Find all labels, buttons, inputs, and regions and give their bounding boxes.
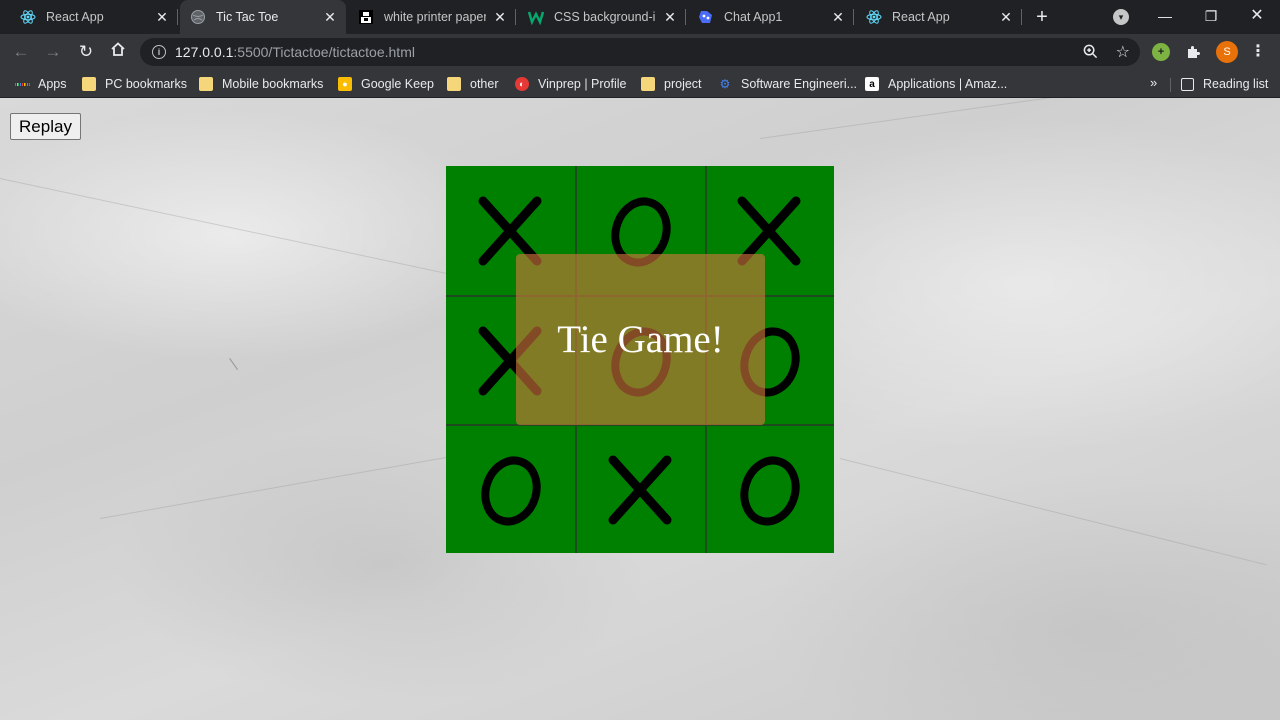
paper-crease bbox=[839, 458, 1267, 566]
unsplash-icon bbox=[358, 9, 374, 25]
vinprep-icon: ◐ bbox=[515, 77, 529, 91]
window-close-button[interactable]: ✕ bbox=[1242, 4, 1272, 28]
extensions-puzzle-icon[interactable] bbox=[1184, 43, 1202, 61]
chat-icon bbox=[698, 9, 714, 25]
url-text[interactable]: 127.0.0.1:5500/Tictactoe/tictactoe.html bbox=[175, 44, 415, 60]
close-icon[interactable]: ✕ bbox=[998, 9, 1014, 25]
tab-title: Tic Tac Toe bbox=[216, 10, 279, 24]
bookmark-google-keep[interactable]: ● Google Keep bbox=[338, 75, 434, 93]
close-icon[interactable]: ✕ bbox=[830, 9, 846, 25]
bookmark-label: Google Keep bbox=[361, 77, 434, 91]
o-mark-icon bbox=[481, 456, 541, 525]
paper-crease bbox=[760, 98, 1276, 139]
address-bar[interactable]: i 127.0.0.1:5500/Tictactoe/tictactoe.htm… bbox=[140, 38, 1140, 66]
divider bbox=[1170, 78, 1171, 92]
more-menu-icon[interactable]: ⋮ bbox=[1250, 40, 1266, 64]
bookmark-label: PC bookmarks bbox=[105, 77, 187, 91]
tab-strip: React App ✕ Tic Tac Toe ✕ white printer … bbox=[0, 0, 1280, 34]
bookmark-other[interactable]: other bbox=[447, 75, 499, 93]
folder-icon bbox=[82, 77, 96, 91]
board-cell[interactable] bbox=[446, 424, 576, 553]
tab-css-background[interactable]: CSS background-im ✕ bbox=[516, 0, 686, 34]
tab-title: white printer paper bbox=[384, 10, 486, 24]
zoom-icon[interactable] bbox=[1083, 44, 1098, 62]
tab-search-icon[interactable]: ▾ bbox=[1113, 9, 1129, 25]
folder-icon bbox=[199, 77, 213, 91]
folder-icon bbox=[447, 77, 461, 91]
globe-icon bbox=[190, 9, 206, 25]
apps-grid-icon bbox=[15, 77, 29, 91]
result-message: Tie Game! bbox=[557, 318, 724, 361]
keep-icon: ● bbox=[338, 77, 352, 91]
bookmark-apps[interactable]: Apps bbox=[15, 75, 67, 93]
amazon-icon: a bbox=[865, 77, 879, 91]
home-button[interactable] bbox=[106, 40, 130, 64]
o-mark-icon bbox=[740, 456, 800, 525]
new-tab-button[interactable]: + bbox=[1032, 7, 1052, 27]
url-host: 127.0.0.1 bbox=[175, 44, 234, 60]
bookmark-label: Vinprep | Profile bbox=[538, 77, 627, 91]
bookmark-vinprep[interactable]: ◐ Vinprep | Profile bbox=[515, 75, 626, 93]
react-icon bbox=[20, 9, 36, 25]
home-icon bbox=[111, 42, 125, 56]
tab-react-app-1[interactable]: React App ✕ bbox=[0, 0, 178, 34]
avatar[interactable]: S bbox=[1216, 41, 1238, 63]
bookmark-label: project bbox=[664, 77, 702, 91]
board-cell[interactable] bbox=[575, 424, 705, 553]
result-overlay: Tie Game! bbox=[516, 254, 765, 425]
reading-list-button[interactable]: Reading list bbox=[1181, 75, 1268, 93]
reading-list-label: Reading list bbox=[1203, 77, 1269, 91]
board-cell[interactable] bbox=[704, 424, 834, 553]
tab-react-app-2[interactable]: React App ✕ bbox=[854, 0, 1022, 34]
bookmark-pc-bookmarks[interactable]: PC bookmarks bbox=[82, 75, 187, 93]
forward-button[interactable]: → bbox=[41, 40, 65, 64]
extension-plus-icon[interactable]: + bbox=[1152, 43, 1170, 61]
tab-title: Chat App1 bbox=[724, 10, 783, 24]
info-icon[interactable]: i bbox=[152, 45, 166, 59]
close-icon[interactable]: ✕ bbox=[662, 9, 678, 25]
bookmark-software-engineering[interactable]: ⚙ Software Engineeri... bbox=[718, 75, 857, 93]
bookmark-label: Apps bbox=[38, 77, 67, 91]
close-icon[interactable]: ✕ bbox=[154, 9, 170, 25]
restore-button[interactable]: ❐ bbox=[1196, 4, 1226, 28]
engineering-icon: ⚙ bbox=[719, 77, 731, 91]
folder-icon bbox=[641, 77, 655, 91]
bookmark-label: other bbox=[470, 77, 499, 91]
tab-white-printer-paper[interactable]: white printer paper ✕ bbox=[346, 0, 516, 34]
bookmarks-overflow-button[interactable]: » bbox=[1150, 75, 1157, 90]
tab-title: CSS background-im bbox=[554, 10, 656, 24]
w3schools-icon bbox=[528, 9, 544, 25]
replay-button[interactable]: Replay bbox=[10, 113, 81, 140]
react-icon bbox=[866, 9, 882, 25]
browser-toolbar: ← → ↻ i 127.0.0.1:5500/Tictactoe/tictact… bbox=[0, 34, 1280, 70]
bookmark-label: Mobile bookmarks bbox=[222, 77, 324, 91]
tab-title: React App bbox=[46, 10, 104, 24]
paper-crease bbox=[229, 358, 239, 371]
bookmark-label: Applications | Amaz... bbox=[888, 77, 1008, 91]
x-mark-icon bbox=[608, 455, 672, 524]
bookmark-amazon[interactable]: a Applications | Amaz... bbox=[865, 75, 1007, 93]
close-icon[interactable]: ✕ bbox=[322, 9, 338, 25]
reading-list-icon bbox=[1181, 77, 1194, 91]
paper-crease bbox=[0, 178, 509, 288]
tab-tic-tac-toe[interactable]: Tic Tac Toe ✕ bbox=[180, 0, 346, 34]
bookmark-star-icon[interactable]: ☆ bbox=[1116, 42, 1130, 62]
tab-chat-app1[interactable]: Chat App1 ✕ bbox=[686, 0, 854, 34]
page-viewport: Replay Tie Game! bbox=[0, 98, 1280, 720]
bookmark-mobile-bookmarks[interactable]: Mobile bookmarks bbox=[199, 75, 323, 93]
url-path: :5500/Tictactoe/tictactoe.html bbox=[233, 44, 415, 60]
back-button[interactable]: ← bbox=[9, 40, 33, 64]
minimize-button[interactable]: — bbox=[1150, 4, 1180, 28]
bookmark-project[interactable]: project bbox=[641, 75, 702, 93]
tab-separator bbox=[177, 9, 178, 25]
bookmark-label: Software Engineeri... bbox=[741, 77, 858, 91]
reload-button[interactable]: ↻ bbox=[74, 40, 98, 64]
close-icon[interactable]: ✕ bbox=[492, 9, 508, 25]
bookmarks-bar: Apps PC bookmarks Mobile bookmarks ● Goo… bbox=[0, 70, 1280, 98]
tab-title: React App bbox=[892, 10, 950, 24]
tab-separator bbox=[1021, 9, 1022, 25]
